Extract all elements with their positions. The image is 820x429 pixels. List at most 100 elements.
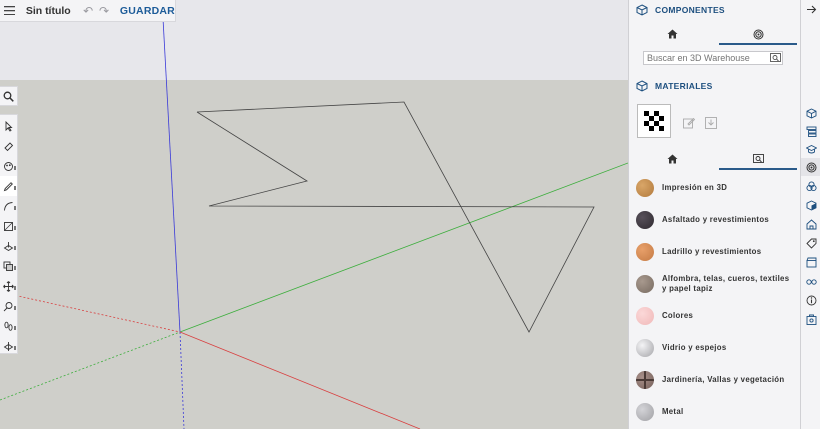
components-warehouse-tab[interactable] — [715, 23, 801, 45]
materials-icon — [635, 79, 649, 93]
right-panel: COMPONENTES MATERIALES — [628, 0, 800, 429]
info-icon — [806, 295, 816, 305]
house-cube-icon — [806, 218, 816, 229]
materials-icon — [805, 180, 817, 191]
outliner-button[interactable] — [801, 122, 820, 140]
scenes-panel-button[interactable] — [801, 215, 820, 233]
cursor-icon — [5, 120, 13, 132]
home-icon — [667, 154, 677, 164]
material-name: Vidrio y espejos — [662, 343, 727, 352]
components-home-tab[interactable] — [629, 23, 715, 45]
top-bar: Sin título ↶ ↷ GUARDAR — [0, 0, 176, 22]
undo-icon[interactable]: ↶ — [80, 4, 96, 18]
materials-header[interactable]: MATERIALES — [629, 76, 801, 96]
components-header[interactable]: COMPONENTES — [629, 0, 801, 20]
save-button[interactable]: GUARDAR — [120, 5, 175, 17]
material-thumbnail — [636, 339, 654, 357]
arc-tool[interactable] — [0, 196, 17, 216]
collapse-panel-button[interactable] — [801, 0, 820, 18]
edit-material-icon[interactable] — [683, 116, 696, 129]
components-tabs — [629, 23, 801, 45]
image-search-icon — [752, 154, 764, 163]
tape-measure-tool[interactable] — [0, 296, 17, 316]
push-pull-tool[interactable] — [0, 236, 17, 256]
materials-search-tab[interactable] — [715, 148, 801, 170]
glasses-icon — [805, 278, 817, 285]
material-category[interactable]: Colores — [629, 300, 801, 332]
warehouse-search-button[interactable] — [767, 51, 783, 65]
material-category[interactable]: Metal — [629, 396, 801, 428]
section-plane-tool[interactable] — [0, 336, 17, 356]
material-thumbnail — [636, 275, 654, 293]
materials-home-tab[interactable] — [629, 148, 715, 170]
material-category[interactable]: Vidrio y espejos — [629, 332, 801, 364]
eraser-tool[interactable] — [0, 136, 17, 156]
display-panel-button[interactable] — [801, 272, 820, 290]
warehouse-search-input[interactable] — [647, 53, 765, 63]
instructor-button[interactable] — [801, 140, 820, 158]
graduation-cap-icon — [805, 144, 817, 153]
material-thumbnail — [636, 403, 654, 421]
components-panel-button[interactable] — [801, 158, 820, 176]
home-icon — [667, 29, 677, 39]
materials-tabs — [629, 148, 801, 170]
material-category[interactable]: Impresión en 3D — [629, 172, 801, 204]
material-category[interactable]: Ladrillo y revestimientos — [629, 236, 801, 268]
material-name: Colores — [662, 311, 694, 320]
clapperboard-icon — [806, 257, 816, 267]
image-search-icon — [769, 53, 781, 62]
material-category[interactable]: Alfombra, telas, cueros, textiles y pape… — [629, 268, 801, 300]
material-category[interactable]: Asfaltado y revestimientos — [629, 204, 801, 236]
material-name: Jardinería, Vallas y vegetación — [662, 375, 785, 384]
extensions-icon — [806, 314, 816, 325]
warehouse-icon — [806, 162, 816, 172]
material-name: Asfaltado y revestimientos — [662, 215, 770, 224]
select-tool[interactable] — [0, 116, 17, 136]
materials-panel-button[interactable] — [801, 177, 820, 195]
paint-tool[interactable] — [0, 156, 17, 176]
outliner-icon — [806, 126, 816, 137]
material-name: Metal — [662, 407, 684, 416]
tags-panel-button[interactable] — [801, 234, 820, 252]
menu-button[interactable] — [2, 0, 18, 22]
pencil-icon — [3, 181, 13, 191]
viewport-canvas[interactable] — [0, 0, 628, 429]
components-title: COMPONENTES — [655, 5, 725, 15]
paint-bucket-icon — [4, 161, 13, 171]
arc-icon — [4, 201, 13, 211]
scene-manager-button[interactable] — [801, 253, 820, 271]
search-tool-button[interactable] — [0, 86, 18, 106]
redo-icon[interactable]: ↷ — [96, 4, 112, 18]
cube-icon — [806, 107, 816, 119]
document-title[interactable]: Sin título — [26, 5, 80, 17]
search-icon — [3, 91, 14, 102]
entity-info-button[interactable] — [801, 104, 820, 122]
line-tool[interactable] — [0, 176, 17, 196]
material-thumbnail — [636, 307, 654, 325]
tape-measure-icon — [3, 301, 13, 311]
material-thumbnail — [636, 243, 654, 261]
ground — [0, 80, 628, 429]
move-tool[interactable] — [0, 276, 17, 296]
offset-tool[interactable] — [0, 256, 17, 276]
tag-icon — [805, 238, 816, 249]
warehouse-icon — [753, 29, 763, 39]
extensions-button[interactable] — [801, 310, 820, 328]
current-material-swatch[interactable] — [637, 104, 671, 138]
offset-icon — [3, 261, 13, 271]
material-thumbnail — [636, 211, 654, 229]
sample-material-icon[interactable] — [705, 116, 717, 129]
checker-swatch — [644, 111, 664, 131]
3d-viewport[interactable] — [0, 0, 628, 429]
material-category[interactable]: Jardinería, Vallas y vegetación — [629, 364, 801, 396]
materials-title: MATERIALES — [655, 81, 713, 91]
push-pull-icon — [3, 241, 14, 251]
model-info-button[interactable] — [801, 291, 820, 309]
warehouse-search-field[interactable] — [643, 51, 783, 65]
material-name: Ladrillo y revestimientos — [662, 247, 762, 256]
move-icon — [3, 280, 14, 292]
rectangle-tool[interactable] — [0, 216, 17, 236]
walk-tool[interactable] — [0, 316, 17, 336]
styles-panel-button[interactable] — [801, 196, 820, 214]
tool-palette — [0, 114, 18, 354]
